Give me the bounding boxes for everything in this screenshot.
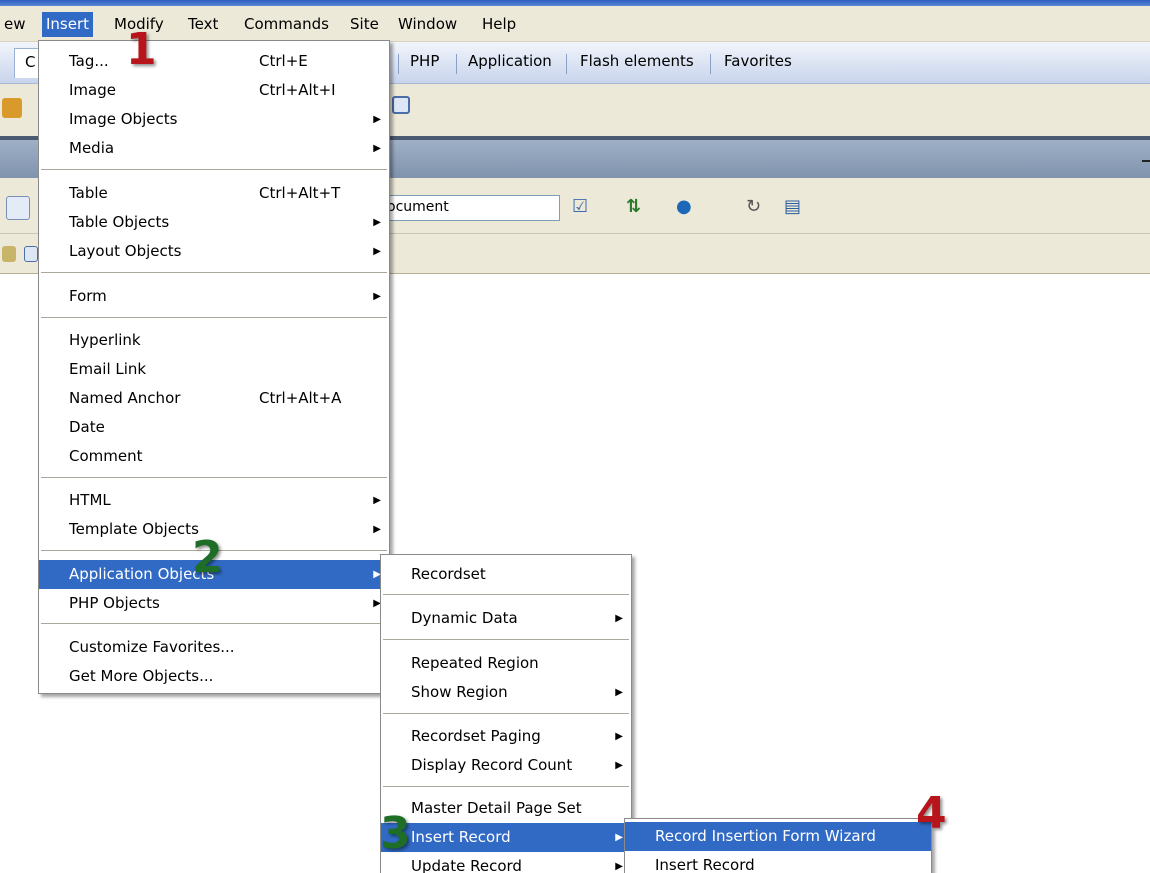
menu-item-tag[interactable]: Tag... Ctrl+E xyxy=(39,47,389,76)
submenu-arrow-icon: ▶ xyxy=(615,760,623,771)
menu-item-media[interactable]: Media ▶ xyxy=(39,134,389,163)
menu-item-named-anchor[interactable]: Named Anchor Ctrl+Alt+A xyxy=(39,384,389,413)
tab-flash-elements[interactable]: Flash elements xyxy=(580,52,694,70)
menu-separator xyxy=(41,477,387,479)
menu-bar: ew Insert Modify Text Commands Site Wind… xyxy=(0,6,1150,42)
tag-selector-icon[interactable] xyxy=(2,246,16,262)
insert-record-submenu: Record Insertion Form Wizard Insert Reco… xyxy=(624,818,932,873)
menu-item-image-objects[interactable]: Image Objects ▶ xyxy=(39,105,389,134)
menu-item-form[interactable]: Form ▶ xyxy=(39,282,389,311)
menu-item-recordset-paging[interactable]: Recordset Paging ▶ xyxy=(381,722,631,751)
submenu-arrow-icon: ▶ xyxy=(373,114,381,125)
menu-separator xyxy=(383,713,629,715)
submenu-arrow-icon: ▶ xyxy=(373,524,381,535)
tab-separator xyxy=(398,54,399,74)
collapse-icon[interactable] xyxy=(1142,160,1150,162)
step-number-3: 3 xyxy=(380,808,411,859)
menu-item-show-region[interactable]: Show Region ▶ xyxy=(381,678,631,707)
submenu-arrow-icon: ▶ xyxy=(615,687,623,698)
menu-item-date[interactable]: Date xyxy=(39,413,389,442)
tab-separator xyxy=(456,54,457,74)
submenu-arrow-icon: ▶ xyxy=(373,291,381,302)
menu-help[interactable]: Help xyxy=(478,12,520,37)
menu-item-image[interactable]: Image Ctrl+Alt+I xyxy=(39,76,389,105)
menu-commands[interactable]: Commands xyxy=(240,12,333,37)
menu-item-php-objects[interactable]: PHP Objects ▶ xyxy=(39,589,389,618)
menu-item-dynamic-data[interactable]: Dynamic Data ▶ xyxy=(381,604,631,633)
tab-separator xyxy=(710,54,711,74)
menu-item-repeated-region[interactable]: Repeated Region xyxy=(381,649,631,678)
application-objects-submenu: Recordset Dynamic Data ▶ Repeated Region … xyxy=(380,554,632,873)
file-management-icon[interactable]: ⇅ xyxy=(626,196,641,220)
validate-icon[interactable]: ☑ xyxy=(572,196,588,220)
menu-separator xyxy=(383,786,629,788)
menu-item-insert-record[interactable]: Insert Record ▶ xyxy=(381,823,631,852)
menu-view[interactable]: ew xyxy=(0,12,30,37)
menu-item-table-objects[interactable]: Table Objects ▶ xyxy=(39,208,389,237)
submenu-arrow-icon: ▶ xyxy=(615,832,623,843)
menu-item-table[interactable]: Table Ctrl+Alt+T xyxy=(39,179,389,208)
submenu-arrow-icon: ▶ xyxy=(373,495,381,506)
menu-item-hyperlink[interactable]: Hyperlink xyxy=(39,326,389,355)
submenu-arrow-icon: ▶ xyxy=(615,861,623,872)
menu-item-comment[interactable]: Comment xyxy=(39,442,389,471)
document-title-input[interactable]: ocument xyxy=(380,195,560,221)
submenu-arrow-icon: ▶ xyxy=(373,246,381,257)
server-include-icon[interactable] xyxy=(2,98,22,118)
menu-site[interactable]: Site xyxy=(346,12,383,37)
step-number-1: 1 xyxy=(126,24,157,75)
step-number-2: 2 xyxy=(192,532,223,583)
tab-php[interactable]: PHP xyxy=(410,52,439,70)
menu-item-recordset[interactable]: Recordset xyxy=(381,560,631,589)
menu-item-get-more-objects[interactable]: Get More Objects... xyxy=(39,662,389,691)
template-icon[interactable] xyxy=(392,96,410,114)
view-options-icon[interactable]: ▤ xyxy=(784,196,801,220)
menu-separator xyxy=(383,639,629,641)
menu-item-customize-favorites[interactable]: Customize Favorites... xyxy=(39,633,389,662)
menu-item-layout-objects[interactable]: Layout Objects ▶ xyxy=(39,237,389,266)
code-view-icon[interactable] xyxy=(6,196,30,220)
menu-separator xyxy=(41,169,387,171)
menu-insert[interactable]: Insert xyxy=(42,12,94,37)
menu-item-record-insertion-form-wizard[interactable]: Record Insertion Form Wizard xyxy=(625,822,931,851)
submenu-arrow-icon: ▶ xyxy=(373,143,381,154)
preview-browser-icon[interactable]: ● xyxy=(676,196,692,220)
submenu-arrow-icon: ▶ xyxy=(615,613,623,624)
menu-window[interactable]: Window xyxy=(394,12,461,37)
menu-separator xyxy=(41,272,387,274)
menu-separator xyxy=(383,594,629,596)
step-number-4: 4 xyxy=(916,788,947,839)
menu-item-update-record[interactable]: Update Record ▶ xyxy=(381,852,631,873)
shortcut: Ctrl+Alt+A xyxy=(259,389,342,407)
menu-item-master-detail-page-set[interactable]: Master Detail Page Set xyxy=(381,794,631,823)
menu-separator xyxy=(41,623,387,625)
menu-text[interactable]: Text xyxy=(184,12,222,37)
submenu-arrow-icon: ▶ xyxy=(615,731,623,742)
shortcut: Ctrl+E xyxy=(259,52,308,70)
menu-item-email-link[interactable]: Email Link xyxy=(39,355,389,384)
submenu-arrow-icon: ▶ xyxy=(373,217,381,228)
menu-item-html[interactable]: HTML ▶ xyxy=(39,486,389,515)
tab-separator xyxy=(566,54,567,74)
tab-favorites[interactable]: Favorites xyxy=(724,52,792,70)
shortcut: Ctrl+Alt+I xyxy=(259,81,336,99)
refresh-icon[interactable]: ↻ xyxy=(746,196,761,220)
menu-item-display-record-count[interactable]: Display Record Count ▶ xyxy=(381,751,631,780)
shortcut: Ctrl+Alt+T xyxy=(259,184,341,202)
tab-application[interactable]: Application xyxy=(468,52,552,70)
menu-separator xyxy=(41,317,387,319)
insert-menu: Tag... Ctrl+E Image Ctrl+Alt+I Image Objec… xyxy=(38,40,390,694)
page-icon[interactable] xyxy=(24,246,38,262)
menu-item-insert-record-server-behavior[interactable]: Insert Record xyxy=(625,851,931,873)
